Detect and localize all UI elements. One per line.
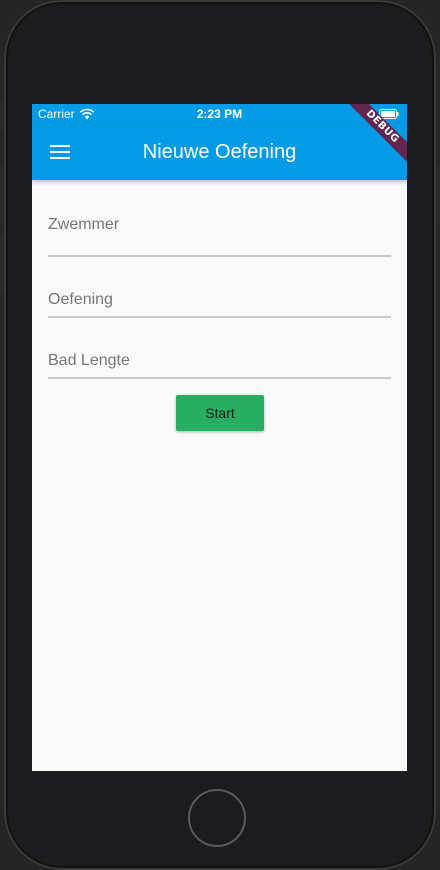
- volume-up-button: [0, 165, 4, 225]
- pool-length-field: [48, 318, 391, 379]
- simulator-window: Carrier 2:23 PM Nieuwe Oefening DEBUG Zw…: [0, 0, 440, 870]
- exercise-input[interactable]: [48, 291, 391, 309]
- status-bar: Carrier 2:23 PM: [32, 104, 407, 124]
- power-button: [436, 165, 440, 225]
- pool-length-input[interactable]: [48, 352, 391, 370]
- start-button[interactable]: Start: [176, 395, 264, 431]
- mute-switch: [0, 100, 4, 130]
- exercise-field: [48, 257, 391, 318]
- status-time: 2:23 PM: [196, 107, 243, 121]
- page-title: Nieuwe Oefening: [142, 141, 297, 163]
- app-bar: Nieuwe Oefening: [32, 124, 407, 180]
- app-screen: Carrier 2:23 PM Nieuwe Oefening DEBUG Zw…: [32, 104, 407, 771]
- home-button[interactable]: [188, 789, 246, 847]
- swimmer-input[interactable]: [48, 216, 391, 234]
- new-exercise-form: [48, 180, 391, 379]
- volume-down-button: [0, 235, 4, 295]
- swimmer-field: [48, 180, 391, 257]
